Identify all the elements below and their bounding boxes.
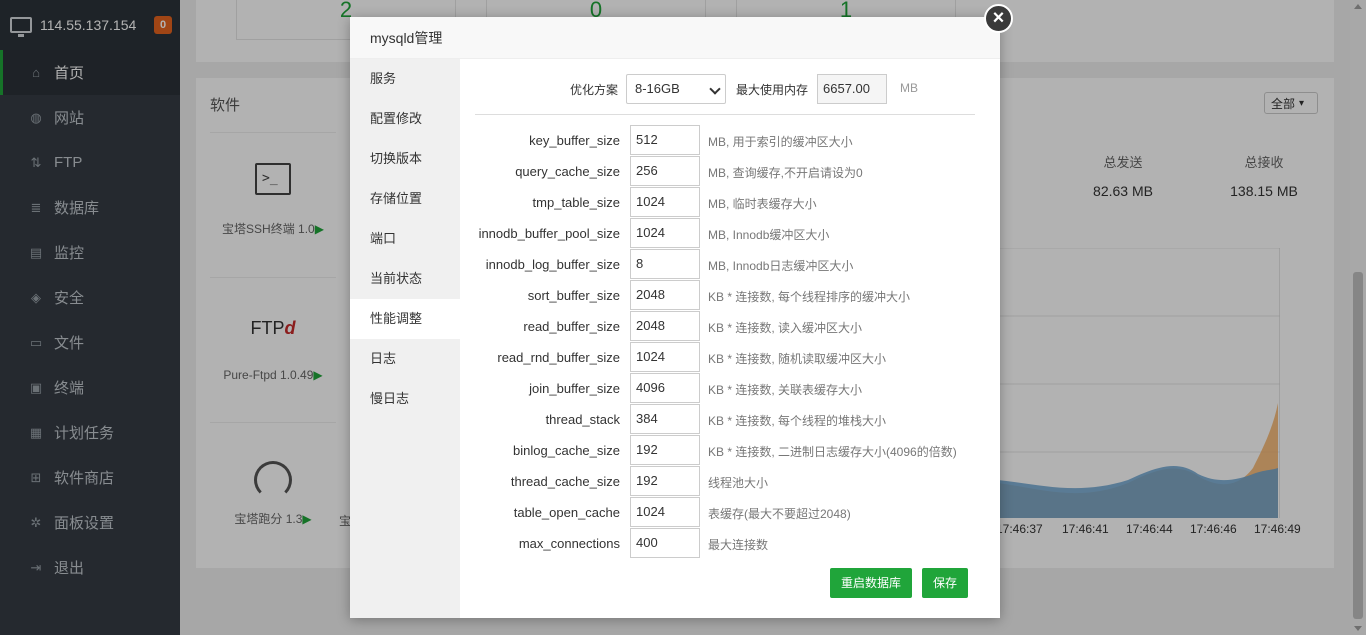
param-description: KB * 连接数, 读入缓冲区大小 <box>708 321 863 335</box>
param-row: max_connections 400 最大连接数 <box>460 528 1000 559</box>
param-input[interactable]: 1024 <box>630 187 700 217</box>
param-description: KB * 连接数, 二进制日志缓存大小(4096的倍数) <box>708 445 957 459</box>
param-label: table_open_cache <box>513 505 620 520</box>
param-input[interactable]: 1024 <box>630 497 700 527</box>
modal-menu-item[interactable]: 性能调整 <box>350 299 460 339</box>
param-label: max_connections <box>518 536 620 551</box>
param-label: thread_cache_size <box>510 474 620 489</box>
param-description: 最大连接数 <box>708 538 769 552</box>
performance-panel: 优化方案 8-16GB 最大使用内存 6657.00 MB key_buffer… <box>460 59 1000 618</box>
mysqld-modal: mysqld管理 服务 配置修改 切换版本 存储位置 端口 当前状态 性能调整 日志 慢日志 优… <box>350 17 1000 618</box>
modal-menu-item[interactable]: 慢日志 <box>350 379 460 419</box>
modal-menu-item[interactable]: 配置修改 <box>350 99 460 139</box>
param-description: 表缓存(最大不要超过2048) <box>708 507 851 521</box>
param-row: innodb_log_buffer_size 8 MB, Innodb日志缓冲区大小 <box>460 249 1000 280</box>
param-label: join_buffer_size <box>529 381 620 396</box>
plan-select[interactable]: 8-16GB <box>626 74 726 104</box>
param-input[interactable]: 512 <box>630 125 700 155</box>
divider <box>475 114 975 115</box>
param-input[interactable]: 8 <box>630 249 700 279</box>
param-input[interactable]: 400 <box>630 528 700 558</box>
param-row: join_buffer_size 4096 KB * 连接数, 关联表缓存大小 <box>460 373 1000 404</box>
param-row: thread_stack 384 KB * 连接数, 每个线程的堆栈大小 <box>460 404 1000 435</box>
param-row: key_buffer_size 512 MB, 用于索引的缓冲区大小 <box>460 125 1000 156</box>
restart-database-button[interactable]: 重启数据库 <box>830 568 912 598</box>
param-row: read_buffer_size 2048 KB * 连接数, 读入缓冲区大小 <box>460 311 1000 342</box>
param-description: KB * 连接数, 每个线程排序的缓冲大小 <box>708 290 911 304</box>
param-description: 线程池大小 <box>708 476 769 490</box>
param-description: MB, 临时表缓存大小 <box>708 197 817 211</box>
modal-menu: 服务 配置修改 切换版本 存储位置 端口 当前状态 性能调整 日志 慢日志 <box>350 59 460 618</box>
param-input[interactable]: 2048 <box>630 311 700 341</box>
param-label: innodb_buffer_pool_size <box>478 226 620 241</box>
param-row: thread_cache_size 192 线程池大小 <box>460 466 1000 497</box>
param-description: MB, Innodb缓冲区大小 <box>708 228 830 242</box>
param-input[interactable]: 4096 <box>630 373 700 403</box>
param-input[interactable]: 192 <box>630 435 700 465</box>
param-label: key_buffer_size <box>529 133 620 148</box>
param-description: KB * 连接数, 关联表缓存大小 <box>708 383 863 397</box>
modal-menu-item[interactable]: 服务 <box>350 59 460 99</box>
modal-title: mysqld管理 <box>350 17 1000 59</box>
param-input[interactable]: 1024 <box>630 218 700 248</box>
modal-menu-item[interactable]: 切换版本 <box>350 139 460 179</box>
modal-menu-item[interactable]: 日志 <box>350 339 460 379</box>
param-input[interactable]: 256 <box>630 156 700 186</box>
param-row: tmp_table_size 1024 MB, 临时表缓存大小 <box>460 187 1000 218</box>
param-input[interactable]: 384 <box>630 404 700 434</box>
param-label: read_rnd_buffer_size <box>497 350 620 365</box>
param-description: MB, 查询缓存,不开启请设为0 <box>708 166 863 180</box>
param-row: table_open_cache 1024 表缓存(最大不要超过2048) <box>460 497 1000 528</box>
param-label: tmp_table_size <box>532 195 620 210</box>
param-label: query_cache_size <box>515 164 620 179</box>
param-label: sort_buffer_size <box>527 288 620 303</box>
modal-menu-item[interactable]: 端口 <box>350 219 460 259</box>
param-row: binlog_cache_size 192 KB * 连接数, 二进制日志缓存大小(… <box>460 435 1000 466</box>
param-description: KB * 连接数, 随机读取缓冲区大小 <box>708 352 887 366</box>
param-input[interactable]: 192 <box>630 466 700 496</box>
param-description: KB * 连接数, 每个线程的堆栈大小 <box>708 414 887 428</box>
param-row: innodb_buffer_pool_size 1024 MB, Innodb缓冲区… <box>460 218 1000 249</box>
save-button[interactable]: 保存 <box>922 568 968 598</box>
plan-row: 优化方案 8-16GB 最大使用内存 6657.00 MB <box>460 74 1000 104</box>
plan-label: 优化方案 <box>569 83 618 97</box>
close-icon[interactable]: × <box>984 4 1013 33</box>
max-mem-unit: MB <box>900 81 918 95</box>
max-mem-label: 最大使用内存 <box>736 83 809 97</box>
param-row: sort_buffer_size 2048 KB * 连接数, 每个线程排序的缓冲大… <box>460 280 1000 311</box>
param-input[interactable]: 1024 <box>630 342 700 372</box>
param-label: read_buffer_size <box>523 319 620 334</box>
param-label: innodb_log_buffer_size <box>485 257 620 272</box>
param-row: read_rnd_buffer_size 1024 KB * 连接数, 随机读取缓冲… <box>460 342 1000 373</box>
param-label: binlog_cache_size <box>513 443 620 458</box>
max-mem-input[interactable]: 6657.00 <box>817 74 887 104</box>
param-row: query_cache_size 256 MB, 查询缓存,不开启请设为0 <box>460 156 1000 187</box>
param-label: thread_stack <box>545 412 620 427</box>
modal-menu-item[interactable]: 存储位置 <box>350 179 460 219</box>
param-description: MB, 用于索引的缓冲区大小 <box>708 135 853 149</box>
modal-menu-item[interactable]: 当前状态 <box>350 259 460 299</box>
param-input[interactable]: 2048 <box>630 280 700 310</box>
param-description: MB, Innodb日志缓冲区大小 <box>708 259 854 273</box>
